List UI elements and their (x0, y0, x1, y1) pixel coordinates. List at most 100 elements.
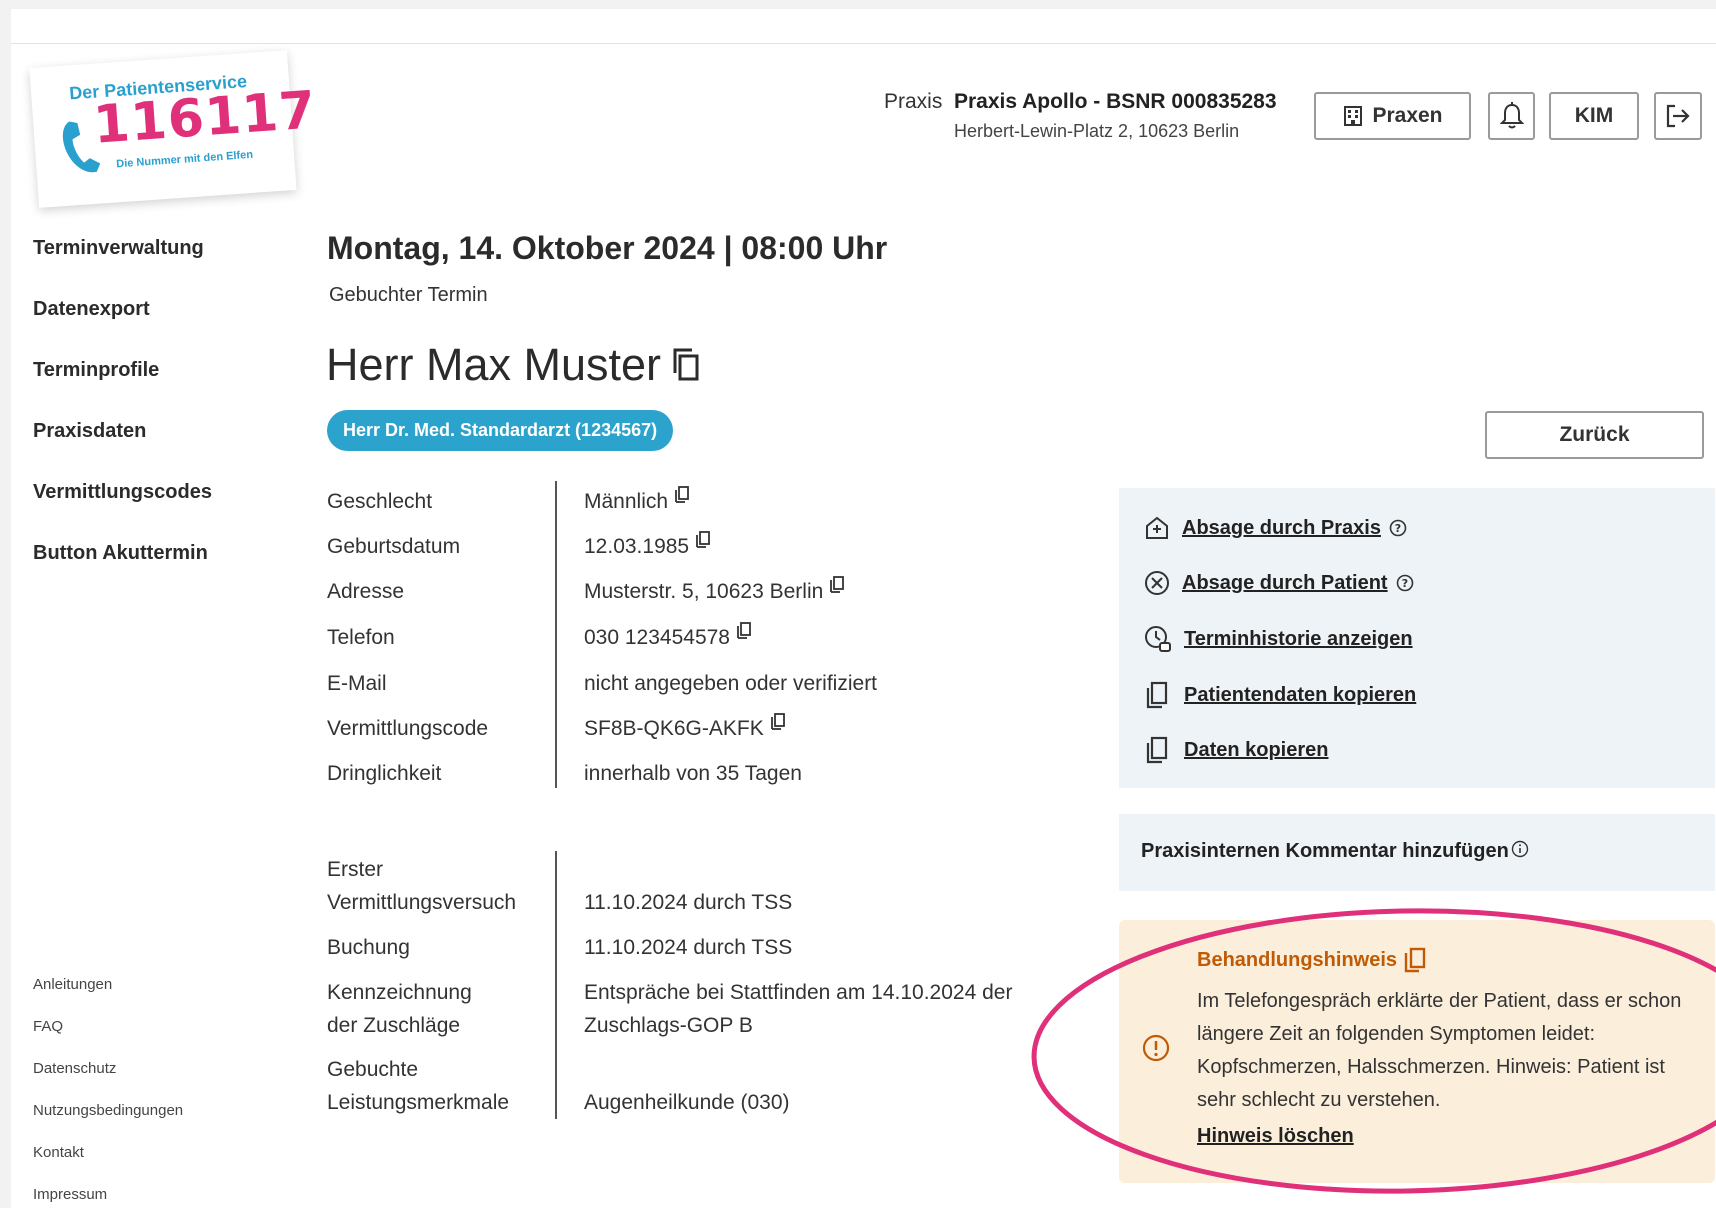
praxis-address: Herbert-Lewin-Platz 2, 10623 Berlin (954, 121, 1240, 141)
label-dringlichkeit: Dringlichkeit (327, 762, 442, 785)
action-daten-kopieren[interactable]: Daten kopieren (1144, 735, 1328, 765)
value-buchung: 11.10.2024 durch TSS (584, 936, 793, 959)
help-icon[interactable]: ? (1396, 574, 1414, 592)
patient-name: Herr Max Muster (326, 339, 662, 390)
nav-vermittlungscodes[interactable]: Vermittlungscodes (33, 481, 212, 504)
label-kennz-line1: Kennzeichnung (327, 981, 472, 1004)
logout-icon (1666, 104, 1690, 128)
label-geburtsdatum: Geburtsdatum (327, 535, 461, 558)
value-leist: Augenheilkunde (030) (584, 1091, 790, 1114)
value-geburtsdatum: 12.03.1985 (584, 535, 690, 558)
action-terminhistorie[interactable]: Terminhistorie anzeigen (1144, 625, 1413, 653)
action-absage-praxis-label: Absage durch Praxis (1182, 516, 1381, 539)
copy-icon (1146, 681, 1168, 709)
hint-title: Behandlungshinweis (1197, 948, 1398, 971)
copy-icon[interactable] (1403, 946, 1427, 974)
top-divider (11, 43, 1716, 44)
svg-text:?: ? (1401, 577, 1407, 590)
praxis-label: Praxis (884, 90, 943, 113)
help-icon[interactable]: ? (1389, 519, 1407, 537)
value-telefon: 030 123454578 (584, 626, 730, 649)
footer-link-datenschutz[interactable]: Datenschutz (33, 1060, 116, 1077)
value-kennz-line2: Zuschlags-GOP B (584, 1014, 753, 1037)
house-cancel-icon (1146, 516, 1168, 539)
value-adresse: Musterstr. 5, 10623 Berlin (584, 580, 824, 603)
praxen-label: Praxen (1372, 104, 1443, 127)
value-kennz-line1: Entspräche bei Stattfinden am 14.10.2024… (584, 981, 1013, 1004)
action-patientendaten-label: Patientendaten kopieren (1184, 683, 1417, 706)
copy-icon[interactable] (674, 485, 690, 505)
clock-history-icon (1145, 626, 1171, 652)
actions-panel: Absage durch Praxis ? Absage durch Patie… (1119, 488, 1715, 788)
value-vermittlungscode: SF8B-QK6G-AKFK (584, 717, 764, 740)
copy-icon[interactable] (695, 530, 711, 550)
app-window: Der Patientenservice 116117 Die Nummer m… (11, 9, 1716, 1208)
label-kennz-line2: der Zuschläge (327, 1014, 461, 1037)
nav-datenexport[interactable]: Datenexport (33, 298, 150, 321)
footer-link-faq[interactable]: FAQ (33, 1018, 63, 1035)
action-absage-praxis[interactable]: Absage durch Praxis ? (1144, 515, 1407, 541)
notifications-button[interactable] (1488, 92, 1535, 140)
footer-link-nutzungsbedingungen[interactable]: Nutzungsbedingungen (33, 1102, 183, 1119)
value-dringlichkeit: innerhalb von 35 Tagen (584, 762, 802, 785)
copy-icon[interactable] (829, 575, 845, 595)
value-erster: 11.10.2024 durch TSS (584, 891, 793, 914)
hint-body: Im Telefongespräch erklärte der Patient,… (1197, 990, 1682, 1111)
back-button[interactable]: Zurück (1485, 411, 1704, 459)
svg-text:?: ? (1395, 522, 1401, 535)
building-icon (1344, 106, 1363, 126)
info-icon[interactable] (1511, 840, 1529, 858)
action-terminhistorie-label: Terminhistorie anzeigen (1184, 627, 1413, 650)
comment-panel[interactable]: Praxisinternen Kommentar hinzufügen (1119, 814, 1715, 891)
appointment-status: Gebuchter Termin (329, 284, 488, 306)
hint-title-row: Behandlungshinweis (1197, 946, 1427, 974)
kim-button[interactable]: KIM (1549, 92, 1639, 140)
treatment-hint-panel: Behandlungshinweis Im Telefongespräch er… (1119, 920, 1715, 1183)
label-leist-line2: Leistungsmerkmale (327, 1091, 510, 1114)
nav-terminprofile[interactable]: Terminprofile (33, 359, 159, 382)
action-absage-patient-label: Absage durch Patient (1182, 571, 1388, 594)
label-email: E-Mail (327, 672, 387, 695)
patient-name-row: Herr Max Muster (326, 339, 701, 391)
kim-label: KIM (1574, 104, 1614, 127)
details2-divider (555, 851, 557, 1119)
footer-link-impressum[interactable]: Impressum (33, 1186, 107, 1203)
label-leist-line1: Gebuchte (327, 1058, 419, 1081)
copy-icon[interactable] (671, 347, 701, 383)
appointment-date-heading: Montag, 14. Oktober 2024 | 08:00 Uhr (327, 230, 888, 266)
value-telefon-row: 030 123454578 (584, 621, 752, 654)
label-adresse: Adresse (327, 580, 405, 603)
label-buchung: Buchung (327, 936, 410, 959)
label-erster-line1: Erster (327, 858, 384, 881)
circle-x-icon (1145, 571, 1169, 595)
praxen-button[interactable]: Praxen (1314, 92, 1471, 140)
value-adresse-row: Musterstr. 5, 10623 Berlin (584, 575, 845, 608)
value-vermittlungscode-row: SF8B-QK6G-AKFK (584, 712, 786, 745)
nav-praxisdaten[interactable]: Praxisdaten (33, 420, 146, 443)
copy-icon[interactable] (736, 621, 752, 641)
praxis-name: Praxis Apollo - BSNR 000835283 (954, 90, 1277, 113)
action-patientendaten-kopieren[interactable]: Patientendaten kopieren (1144, 680, 1416, 710)
hint-delete-link[interactable]: Hinweis löschen (1197, 1125, 1354, 1148)
warning-icon (1142, 1034, 1170, 1062)
label-telefon: Telefon (327, 626, 395, 649)
footer-link-anleitungen[interactable]: Anleitungen (33, 976, 112, 993)
action-absage-patient[interactable]: Absage durch Patient ? (1144, 570, 1414, 596)
value-email: nicht angegeben oder verifiziert (584, 672, 878, 695)
value-geburtsdatum-row: 12.03.1985 (584, 530, 711, 563)
nav-terminverwaltung[interactable]: Terminverwaltung (33, 237, 204, 260)
comment-label: Praxisinternen Kommentar hinzufügen (1141, 840, 1509, 862)
doctor-badge: Herr Dr. Med. Standardarzt (1234567) (327, 410, 674, 451)
nav-button-akuttermin[interactable]: Button Akuttermin (33, 542, 208, 565)
label-vermittlungscode: Vermittlungscode (327, 717, 489, 740)
label-erster-line2: Vermittlungsversuch (327, 891, 517, 914)
logout-button[interactable] (1654, 92, 1702, 140)
copy-icon[interactable] (770, 712, 786, 732)
copy-icon (1146, 736, 1168, 764)
action-daten-label: Daten kopieren (1184, 738, 1329, 761)
logo-116117[interactable]: Der Patientenservice 116117 Die Nummer m… (29, 50, 318, 208)
value-geschlecht: Männlich (584, 490, 669, 513)
label-geschlecht: Geschlecht (327, 490, 433, 513)
footer-link-kontakt[interactable]: Kontakt (33, 1144, 84, 1161)
value-geschlecht-row: Männlich (584, 485, 690, 518)
